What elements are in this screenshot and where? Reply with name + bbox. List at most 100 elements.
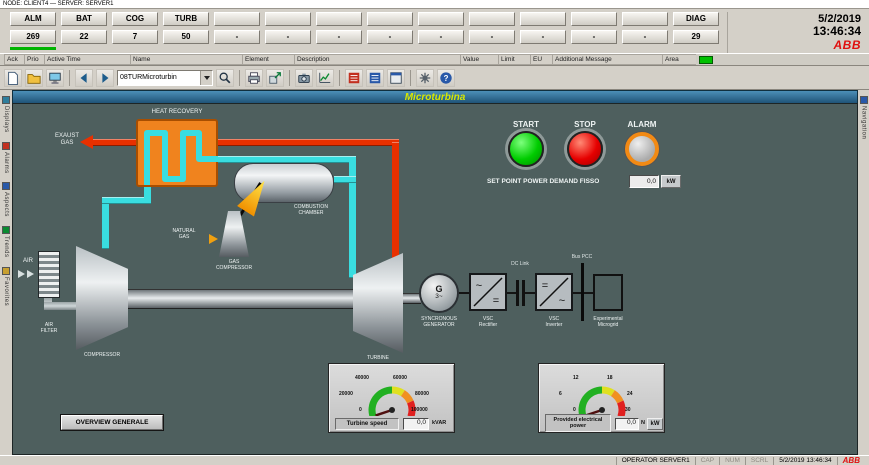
alarm-count-button[interactable]: - [265,30,311,44]
alarm-active-indicator [10,47,56,50]
exhaust-pipe-vertical [392,142,399,268]
alarm-count-button[interactable]: 22 [61,30,107,44]
print-icon[interactable] [245,69,263,87]
alarm-count-button[interactable]: - [622,30,668,44]
alarm-count-button[interactable]: - [316,30,362,44]
turbine [353,253,403,353]
sidebar-item-trends[interactable]: Trends [2,226,10,257]
alarm-count-button[interactable]: 50 [163,30,209,44]
gas-pipe-to-turbine [349,156,356,278]
alarm-column-alm: ALM 269 [10,12,56,53]
sidebar-item-favorites[interactable]: Favorites [2,267,10,306]
alarm-group-button[interactable] [469,12,515,26]
gauge-title: Provided electricalpower [545,414,611,432]
alarm-group-button[interactable] [622,12,668,26]
forward-icon[interactable] [96,69,114,87]
alarm-count-button[interactable]: - [469,30,515,44]
abb-logo: ABB [728,39,861,52]
sidebar-item-alarms[interactable]: Alarms [2,142,10,174]
dc-link-capacitor-plate [516,280,519,306]
gauge-tick: 6 [559,391,562,397]
help-icon[interactable]: ? [437,69,455,87]
stop-button[interactable] [567,131,603,167]
gauge-tick: 60000 [393,375,407,381]
toolbar: 08TURMicroturbin ? [0,66,869,90]
navigation-icon [860,96,868,104]
svg-text:~: ~ [559,295,565,307]
alarm-group-button[interactable]: DIAG [673,12,719,26]
setpoint-input[interactable] [629,175,659,188]
alarm-list-icon[interactable] [345,69,363,87]
alarm-group-button[interactable]: BAT [61,12,107,26]
microgrid-wire [584,292,593,294]
alarm-label: ALARM [620,120,664,130]
alarm-count-button[interactable]: 29 [673,30,719,44]
svg-text:?: ? [444,74,449,83]
gauge-unit: kVAR [432,420,446,426]
alarm-count-button[interactable]: 269 [10,30,56,44]
air-pipe-riser [102,197,109,249]
sidebar-item-displays[interactable]: Displays [2,96,10,133]
alarm-group-button[interactable] [265,12,311,26]
alarm-group-button[interactable] [418,12,464,26]
aspects-icon [2,182,10,190]
time-display: 13:46:34 [728,25,861,38]
alarm-group-button[interactable]: TURB [163,12,209,26]
air-filter [38,251,60,298]
chevron-down-icon[interactable] [200,71,212,85]
workplace-icon[interactable] [46,69,64,87]
column-header-area: Area [662,54,696,65]
turbine-speed-gauge: 0 20000 40000 60000 80000 100000 Turbine… [328,363,455,433]
displays-icon [2,96,10,104]
display-selector-value: 08TURMicroturbin [118,71,200,85]
alarm-group-button[interactable] [316,12,362,26]
alarm-group-button[interactable]: COG [112,12,158,26]
setpoint-unit: kW [661,175,681,188]
turbine-shaft [123,289,358,309]
overview-generale-button[interactable]: OVERVIEW GENERALE [61,415,163,430]
alarm-count-button[interactable]: - [520,30,566,44]
column-header-ack: Ack [4,54,24,65]
compressor [76,246,128,350]
display-title-bar: Microturbina [12,90,858,103]
alarm-group-button[interactable] [571,12,617,26]
back-icon[interactable] [75,69,93,87]
alarm-count-button[interactable]: - [418,30,464,44]
alarm-column-spare: - [214,12,260,53]
alarm-count-button[interactable]: - [214,30,260,44]
column-header-description: Description [294,54,460,65]
settings-icon[interactable] [416,69,434,87]
screenshot-icon[interactable] [295,69,313,87]
dc-link-label: DC Link [503,261,537,267]
alarm-count-button[interactable]: - [571,30,617,44]
alarm-group-button[interactable] [214,12,260,26]
alarm-group-button[interactable] [367,12,413,26]
alarm-group-button[interactable]: ALM [10,12,56,26]
chamber-outlet-pipe [334,176,356,183]
new-display-icon[interactable] [4,69,22,87]
air-pipe-to-chamber [214,156,356,163]
faceplate-icon[interactable] [387,69,405,87]
export-icon[interactable] [266,69,284,87]
page-title: Microturbina [405,92,466,103]
open-display-icon[interactable] [25,69,43,87]
find-icon[interactable] [216,69,234,87]
toolbar-separator [239,70,240,86]
gauge-value: 0,0 [615,418,639,430]
bus-wire [573,292,581,294]
rectifier-label: VSCRectifier [463,316,513,328]
event-list-icon[interactable] [366,69,384,87]
process-diagram-canvas: HEAT RECOVERY EXAUSTGAS COMBUSTIONCHAMBE… [12,103,858,455]
alarm-indicator[interactable] [625,132,659,166]
alarm-group-button[interactable] [520,12,566,26]
trend-icon[interactable] [316,69,334,87]
gauge-unit: kW [647,418,663,430]
alarm-count-button[interactable]: - [367,30,413,44]
alarm-count-button[interactable]: 7 [112,30,158,44]
start-button[interactable] [508,131,544,167]
sidebar-item-aspects[interactable]: Aspects [2,182,10,217]
alarm-column-spare: - [622,12,668,53]
display-selector[interactable]: 08TURMicroturbin [117,70,213,86]
alarm-column-spare: - [316,12,362,53]
sidebar-item-navigation[interactable]: Navigation [860,96,868,139]
